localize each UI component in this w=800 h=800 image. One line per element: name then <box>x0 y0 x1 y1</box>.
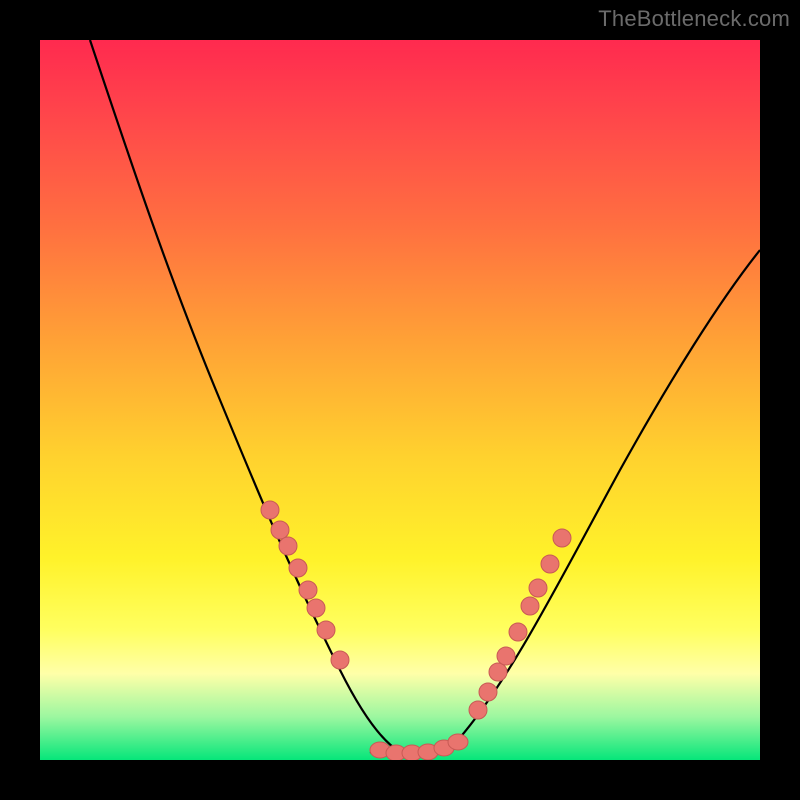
marker-dot <box>521 597 539 615</box>
chart-frame: TheBottleneck.com <box>0 0 800 800</box>
marker-dot <box>331 651 349 669</box>
marker-dot <box>479 683 497 701</box>
marker-dot <box>497 647 515 665</box>
bottleneck-curve-right <box>400 250 760 752</box>
marker-dot <box>529 579 547 597</box>
watermark-text: TheBottleneck.com <box>598 6 790 32</box>
marker-dot <box>489 663 507 681</box>
plot-area <box>40 40 760 760</box>
marker-dot <box>289 559 307 577</box>
marker-dot <box>261 501 279 519</box>
marker-dot-flat <box>448 734 468 750</box>
marker-dot <box>317 621 335 639</box>
bottleneck-curve-left <box>90 40 400 752</box>
marker-dot <box>553 529 571 547</box>
marker-dot <box>279 537 297 555</box>
marker-dot <box>271 521 289 539</box>
marker-dot <box>509 623 527 641</box>
marker-dot <box>299 581 317 599</box>
curve-svg <box>40 40 760 760</box>
marker-dot <box>307 599 325 617</box>
marker-dot <box>469 701 487 719</box>
marker-dot <box>541 555 559 573</box>
